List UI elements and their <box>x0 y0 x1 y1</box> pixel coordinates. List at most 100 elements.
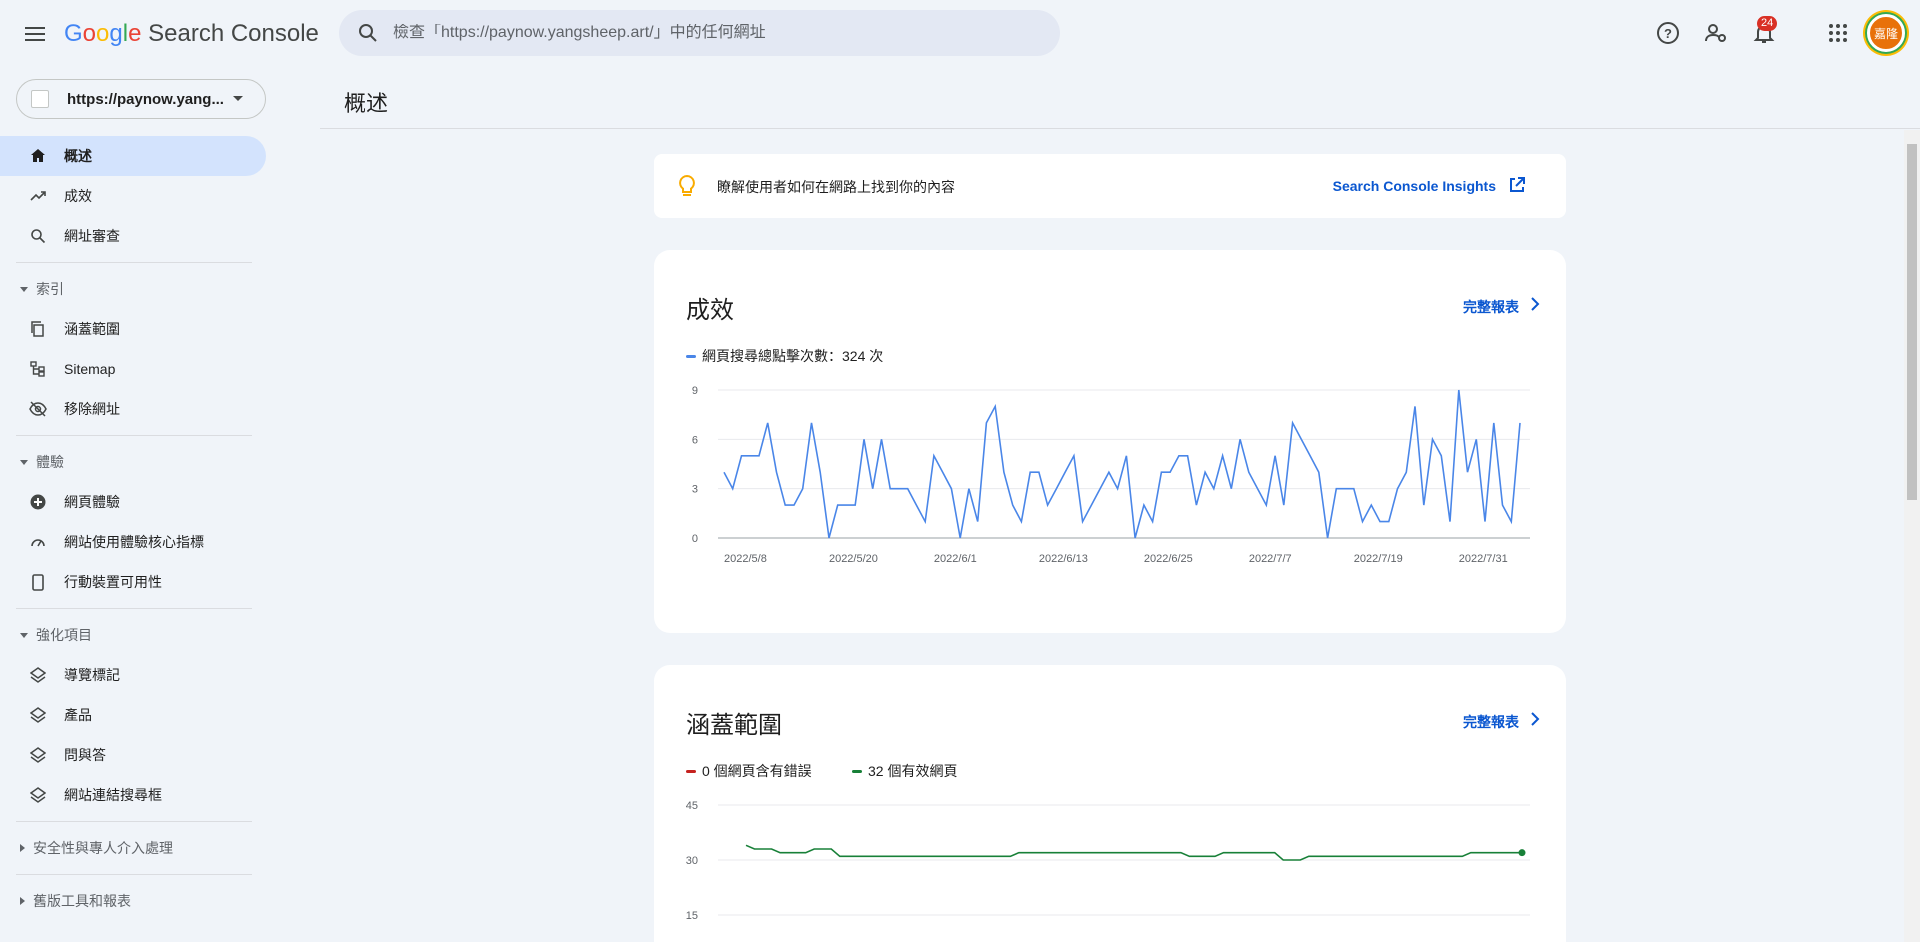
sidebar-item-url-inspection[interactable]: 網址審查 <box>0 216 266 256</box>
caret-right-icon <box>20 844 25 852</box>
sidebar-item-removals[interactable]: 移除網址 <box>0 389 266 429</box>
app-logo[interactable]: Google Search Console <box>64 20 319 48</box>
home-icon <box>28 146 48 166</box>
chevron-down-icon <box>233 96 243 101</box>
sidebar-item-label: 概述 <box>64 148 92 164</box>
chart-legend[interactable]: 網頁搜尋總點擊次數：324 次 <box>686 346 883 366</box>
coverage-chart: 15 30 45 <box>686 800 1530 922</box>
avatar[interactable]: 嘉隆 <box>1867 14 1905 52</box>
layers-icon <box>28 745 48 765</box>
sidebar-item-label: 網頁體驗 <box>64 494 120 510</box>
full-report-link[interactable]: 完整報表 <box>1463 297 1519 317</box>
sidebar-item-label: Sitemap <box>64 361 116 377</box>
sidebar-section-enhancements[interactable]: 強化項目 <box>0 615 266 655</box>
sidebar-item-mobile-usability[interactable]: 行動裝置可用性 <box>0 562 266 602</box>
layers-icon <box>28 785 48 805</box>
manage-users-icon[interactable] <box>1702 19 1730 47</box>
sidebar-item-label: 導覽標記 <box>64 667 120 683</box>
legend-errors[interactable]: 0 個網頁含有錯誤 <box>686 761 812 781</box>
sidebar-item-label: 移除網址 <box>64 401 120 417</box>
trending-icon <box>28 186 48 206</box>
insights-banner: 瞭解使用者如何在網路上找到你的內容 Search Console Insight… <box>654 154 1566 218</box>
y-tick-label: 0 <box>692 533 698 545</box>
chevron-right-icon[interactable] <box>1530 711 1540 732</box>
search-input[interactable] <box>393 24 1033 42</box>
sidebar-nav: 概述 成效 網址審查 索引 涵蓋範圍 Sitemap 移除網址 體驗 網頁體驗 … <box>0 136 266 921</box>
divider <box>16 608 252 609</box>
sidebar-item-qa[interactable]: 問與答 <box>0 735 266 775</box>
sidebar-item-sitemap[interactable]: Sitemap <box>0 349 266 389</box>
sidebar-item-coverage[interactable]: 涵蓋範圍 <box>0 309 266 349</box>
caret-right-icon <box>20 897 25 905</box>
sidebar-item-core-web-vitals[interactable]: 網站使用體驗核心指標 <box>0 522 266 562</box>
sidebar-item-page-experience[interactable]: 網頁體驗 <box>0 482 266 522</box>
sidebar-item-label: 行動裝置可用性 <box>64 574 162 590</box>
sidebar-item-breadcrumbs[interactable]: 導覽標記 <box>0 655 266 695</box>
divider <box>320 128 1920 129</box>
full-report-link[interactable]: 完整報表 <box>1463 712 1519 732</box>
y-tick-label: 30 <box>686 855 698 867</box>
layers-icon <box>28 665 48 685</box>
sidebar-item-products[interactable]: 產品 <box>0 695 266 735</box>
top-app-bar: Google Search Console ? 24 嘉隆 <box>0 0 1920 66</box>
property-icon <box>31 90 49 108</box>
help-icon[interactable]: ? <box>1654 19 1682 47</box>
x-tick-label: 2022/5/8 <box>724 553 767 565</box>
caret-down-icon <box>20 632 28 638</box>
card-title: 成效 <box>686 297 734 324</box>
chevron-right-icon[interactable] <box>1530 296 1540 317</box>
performance-card: 成效 完整報表 網頁搜尋總點擊次數：324 次 0 3 6 9 2022/5/8 2022… <box>654 250 1566 633</box>
x-tick-label: 2022/6/25 <box>1144 553 1193 565</box>
search-console-insights-link[interactable]: Search Console Insights <box>1333 178 1496 194</box>
x-tick-label: 2022/6/1 <box>934 553 977 565</box>
scrollbar-thumb[interactable] <box>1907 144 1917 500</box>
insights-text: 瞭解使用者如何在網路上找到你的內容 <box>717 179 955 195</box>
search-icon <box>28 226 48 246</box>
legend-label: 網頁搜尋總點擊次數：324 次 <box>702 348 884 364</box>
legend-swatch <box>686 769 696 773</box>
menu-icon[interactable] <box>18 17 52 51</box>
sidebar-item-label: 涵蓋範圍 <box>64 321 120 337</box>
series-line <box>723 389 1521 539</box>
sidebar-item-label: 網站使用體驗核心指標 <box>64 534 204 550</box>
notification-badge: 24 <box>1757 16 1778 31</box>
x-tick-label: 2022/7/19 <box>1354 553 1403 565</box>
property-selector[interactable]: https://paynow.yang... <box>16 79 266 119</box>
sitemap-icon <box>28 359 48 379</box>
page-experience-icon <box>28 492 48 512</box>
y-tick-label: 9 <box>692 385 698 397</box>
divider <box>16 874 252 875</box>
legend-swatch <box>852 769 862 773</box>
y-tick-label: 6 <box>692 434 698 446</box>
open-in-new-icon[interactable] <box>1508 176 1526 199</box>
scrollbar[interactable] <box>1904 130 1920 942</box>
sidebar-item-overview[interactable]: 概述 <box>0 136 266 176</box>
coverage-icon <box>28 319 48 339</box>
layers-icon <box>28 705 48 725</box>
sidebar-item-label: 問與答 <box>64 747 106 763</box>
sidebar-item-label: 網站連結搜尋框 <box>64 787 162 803</box>
legend-label: 0 個網頁含有錯誤 <box>702 763 812 779</box>
section-label: 舊版工具和報表 <box>33 893 131 909</box>
sidebar-section-legacy[interactable]: 舊版工具和報表 <box>0 881 266 921</box>
series-line-valid <box>745 844 1522 861</box>
sidebar-section-experience[interactable]: 體驗 <box>0 442 266 482</box>
url-inspection-search[interactable] <box>339 10 1060 56</box>
sidebar-section-security[interactable]: 安全性與專人介入處理 <box>0 828 266 868</box>
y-tick-label: 3 <box>692 484 698 496</box>
coverage-card: 涵蓋範圍 完整報表 0 個網頁含有錯誤 32 個有效網頁 15 30 45 <box>654 665 1566 942</box>
x-tick-label: 2022/5/20 <box>829 553 878 565</box>
removal-icon <box>28 399 48 419</box>
apps-icon[interactable] <box>1824 19 1852 47</box>
sidebar-item-performance[interactable]: 成效 <box>0 176 266 216</box>
card-title: 涵蓋範圍 <box>686 712 782 739</box>
divider <box>16 262 252 263</box>
sidebar-section-index[interactable]: 索引 <box>0 269 266 309</box>
sidebar-item-label: 網址審查 <box>64 228 120 244</box>
mobile-icon <box>28 572 48 592</box>
sidebar-item-sitelinks-searchbox[interactable]: 網站連結搜尋框 <box>0 775 266 815</box>
divider <box>16 435 252 436</box>
performance-chart: 0 3 6 9 2022/5/8 2022/5/20 2022/6/1 2022/6/13 20… <box>692 385 1530 565</box>
divider <box>16 821 252 822</box>
legend-valid[interactable]: 32 個有效網頁 <box>852 761 957 781</box>
